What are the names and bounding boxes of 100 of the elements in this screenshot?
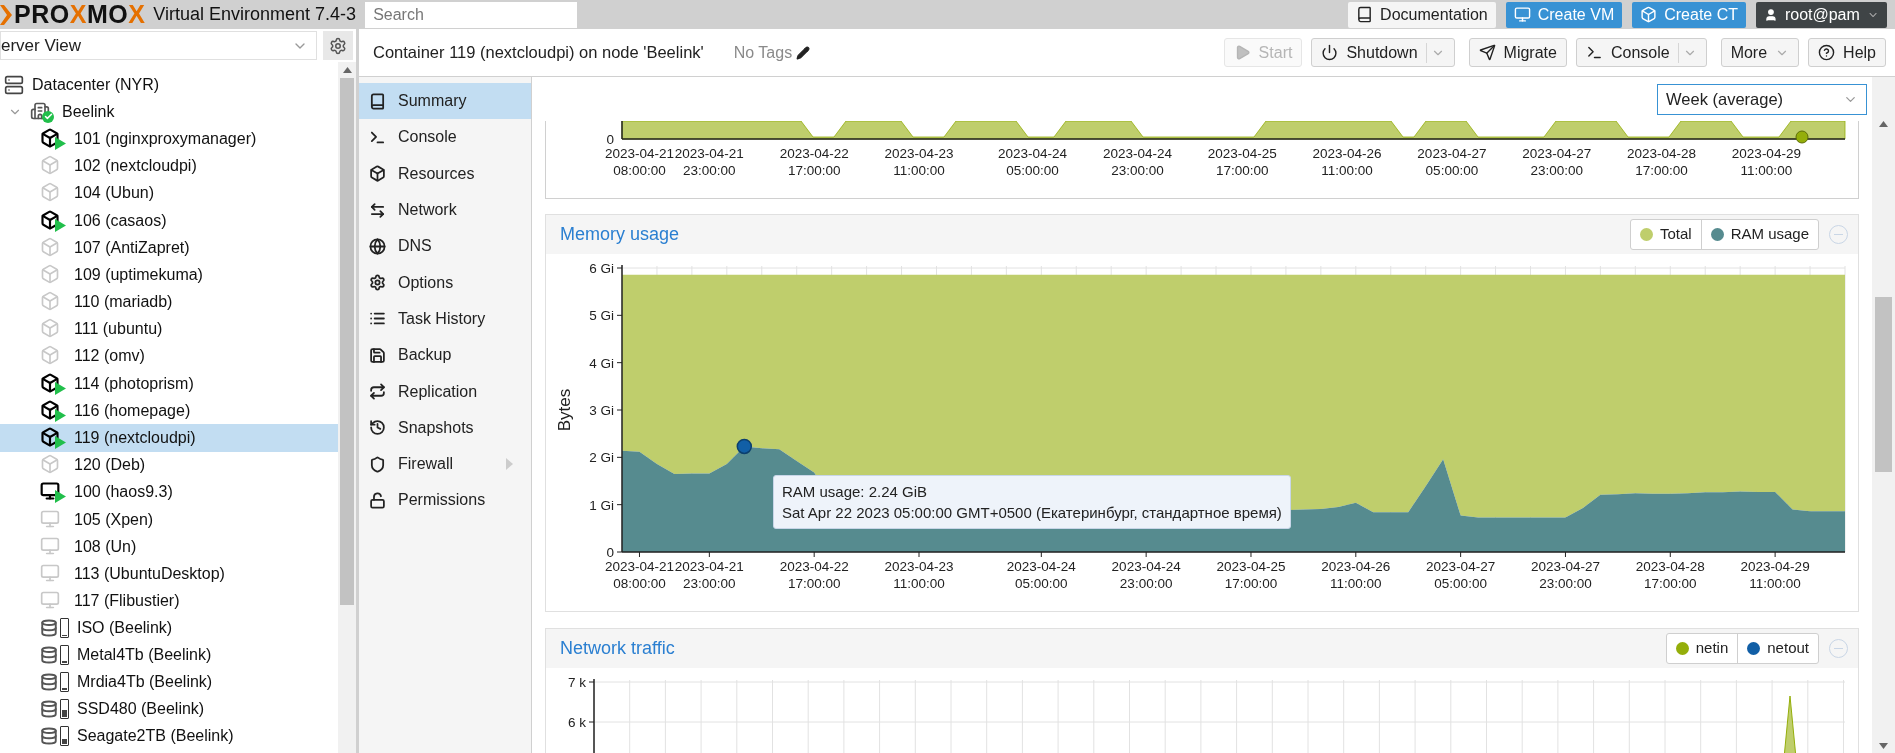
tree-item[interactable]: 104 (Ubun) xyxy=(0,179,338,207)
tree-item[interactable]: 110 (mariadb) xyxy=(0,288,338,316)
usage-gauge xyxy=(60,618,69,639)
tooltip-date: Sat Apr 22 2023 05:00:00 GMT+0500 (Екатеринбург, стандартное время) xyxy=(782,503,1282,523)
tree-item[interactable]: Datacenter (NYR) xyxy=(0,71,338,99)
nav-item[interactable]: Replication xyxy=(359,373,531,410)
tree-label: 102 (nextcloudpi) xyxy=(74,156,197,177)
usage-gauge xyxy=(60,645,69,666)
scroll-up-arrow[interactable] xyxy=(1879,121,1888,127)
action-button[interactable]: More xyxy=(1720,38,1800,67)
axis-label: 2023-04-28 17:00:00 xyxy=(1627,146,1697,178)
tree-item[interactable]: 100 (haos9.3) xyxy=(0,478,338,506)
usage-gauge xyxy=(60,726,69,747)
gear-icon xyxy=(369,274,386,292)
logo-icon xyxy=(0,2,12,27)
nav-item[interactable]: Options xyxy=(359,264,531,301)
scroll-up-arrow[interactable] xyxy=(342,67,352,73)
legend-item[interactable]: netout xyxy=(1737,634,1818,663)
search-field[interactable]: Search xyxy=(365,1,578,28)
tree-item[interactable]: ISO (Beelink) xyxy=(0,614,338,642)
tree-item[interactable]: 119 (nextcloudpi) xyxy=(0,424,338,452)
tree-item[interactable]: 111 (ubuntu) xyxy=(0,315,338,343)
tree-item[interactable]: Beelink xyxy=(0,98,338,126)
tree-item[interactable]: 102 (nextcloudpi) xyxy=(0,152,338,180)
legend-item[interactable]: netin xyxy=(1666,634,1738,663)
tree-item[interactable]: 116 (homepage) xyxy=(0,397,338,425)
axis-label: 2023-04-23 11:00:00 xyxy=(884,559,954,591)
repeat-icon xyxy=(369,383,386,400)
toolbar-button[interactable]: Documentation xyxy=(1348,1,1496,28)
tree-item[interactable]: 107 (AntiZapret) xyxy=(0,234,338,262)
database-icon xyxy=(40,672,58,693)
timeframe-select[interactable]: Week (average) xyxy=(1657,83,1867,115)
view-select[interactable]: erver View xyxy=(0,31,318,60)
action-button[interactable]: Help xyxy=(1808,38,1886,67)
tree-item[interactable]: 109 (uptimekuma) xyxy=(0,261,338,289)
unlock-icon xyxy=(369,491,386,509)
logo: PROXMOX xyxy=(14,2,146,27)
nav-item[interactable]: Network xyxy=(359,191,531,229)
action-button[interactable]: Console xyxy=(1575,38,1707,67)
axis-label: 5 Gi xyxy=(589,308,614,324)
arrows-icon xyxy=(369,201,386,219)
tree-label: 114 (photoprism) xyxy=(74,373,194,394)
tree-item[interactable]: 101 (nginxproxymanager) xyxy=(0,125,338,153)
nav-item[interactable]: Console xyxy=(359,119,531,156)
tree-label: 112 (omv) xyxy=(74,346,145,367)
tree-item[interactable]: Seagate2TB (Beelink) xyxy=(0,722,338,750)
axis-label: 4 Gi xyxy=(589,355,614,371)
tree-label: 101 (nginxproxymanager) xyxy=(74,128,257,149)
scroll-down-arrow[interactable] xyxy=(1879,743,1888,749)
axis-label: 2023-04-28 17:00:00 xyxy=(1635,559,1705,591)
tree-item[interactable]: 117 (Flibustier) xyxy=(0,587,338,615)
panel-title: Memory usage xyxy=(560,223,680,246)
tags-button[interactable]: No Tags xyxy=(733,40,811,65)
legend-item[interactable]: Total xyxy=(1630,220,1701,249)
globe-icon xyxy=(369,237,386,255)
nav-item[interactable]: Snapshots xyxy=(359,409,531,446)
panel-title: Network traffic xyxy=(560,637,675,660)
scrollbar[interactable] xyxy=(338,62,356,753)
tree-item[interactable]: 120 (Deb) xyxy=(0,451,338,479)
axis-label: 7 k xyxy=(568,675,586,690)
tree-item[interactable]: 113 (UbuntuDesktop) xyxy=(0,560,338,588)
server-icon xyxy=(4,74,24,95)
settings-button[interactable] xyxy=(323,31,353,60)
tree-label: 116 (homepage) xyxy=(74,400,191,421)
nav-item[interactable]: Firewall xyxy=(359,445,531,483)
nav-item[interactable]: Resources xyxy=(359,155,531,192)
version-label: Virtual Environment 7.4-3 xyxy=(153,3,357,26)
terminal-icon xyxy=(1585,44,1603,61)
tree-item[interactable]: 105 (Xpen) xyxy=(0,506,338,534)
cube-icon xyxy=(1640,6,1658,23)
usage-gauge xyxy=(60,672,69,693)
tree-item[interactable]: Metal4Tb (Beelink) xyxy=(0,641,338,669)
tree-item[interactable]: 114 (photoprism) xyxy=(0,370,338,398)
tree-item[interactable]: 108 (Un) xyxy=(0,533,338,561)
tree-item[interactable]: Mrdia4Tb (Beelink) xyxy=(0,668,338,696)
action-button[interactable]: Shutdown xyxy=(1311,38,1455,67)
scrollbar-thumb[interactable] xyxy=(1875,297,1892,472)
action-button[interactable]: Migrate xyxy=(1468,38,1567,67)
tree-item[interactable]: 112 (omv) xyxy=(0,342,338,371)
scrollbar[interactable] xyxy=(1872,77,1895,753)
axis-label: 2 Gi xyxy=(589,450,614,466)
nav-item[interactable]: Backup xyxy=(359,337,531,374)
nav-item[interactable]: Task History xyxy=(359,300,531,338)
tree-item[interactable]: SSD480 (Beelink) xyxy=(0,695,338,723)
tree-label: SSD480 (Beelink) xyxy=(77,699,205,720)
floppy-icon xyxy=(369,346,386,364)
nav-item[interactable]: DNS xyxy=(359,228,531,265)
tree-label: 119 (nextcloudpi) xyxy=(74,428,196,449)
axis-label: 2023-04-25 17:00:00 xyxy=(1216,559,1286,591)
nav-item[interactable]: Summary xyxy=(359,83,531,120)
legend-item[interactable]: RAM usage xyxy=(1700,220,1818,249)
scrollbar-thumb[interactable] xyxy=(340,78,354,605)
hover-point xyxy=(736,438,753,455)
nav-item[interactable]: Permissions xyxy=(359,482,531,519)
axis-label: 2023-04-25 17:00:00 xyxy=(1207,146,1277,178)
book-icon xyxy=(1356,6,1374,23)
tree-item[interactable]: 106 (casaos) xyxy=(0,206,338,235)
user-menu[interactable]: root@pam xyxy=(1756,1,1887,28)
database-icon xyxy=(40,618,58,639)
shield-icon xyxy=(369,455,386,473)
